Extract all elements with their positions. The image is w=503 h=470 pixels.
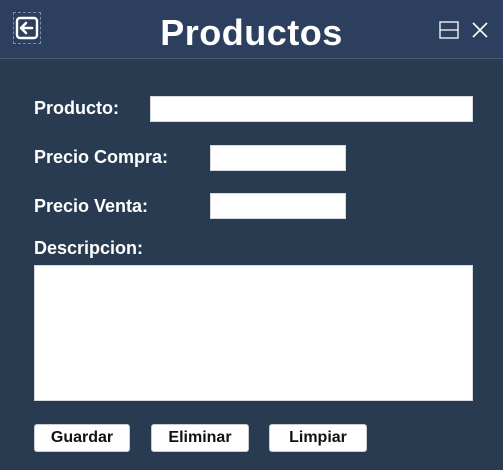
descripcion-textarea[interactable] [34, 265, 473, 401]
minimize-icon [438, 21, 459, 39]
minimize-button[interactable] [438, 19, 459, 41]
title-bar: Productos [0, 0, 503, 59]
producto-input[interactable] [150, 96, 473, 122]
close-icon [471, 22, 488, 38]
guardar-button[interactable]: Guardar [34, 424, 130, 452]
limpiar-button[interactable]: Limpiar [269, 424, 367, 452]
productos-window: Productos Producto: Precio Compra: Preci… [0, 0, 503, 470]
producto-label: Producto: [34, 98, 119, 118]
close-button[interactable] [469, 19, 490, 41]
precio-compra-input[interactable] [210, 145, 346, 171]
eliminar-button[interactable]: Eliminar [151, 424, 249, 452]
precio-venta-label: Precio Venta: [34, 196, 149, 216]
precio-compra-label: Precio Compra: [34, 147, 169, 167]
page-title: Productos [160, 12, 343, 53]
precio-venta-input[interactable] [210, 193, 346, 219]
descripcion-label: Descripcion: [34, 238, 144, 258]
